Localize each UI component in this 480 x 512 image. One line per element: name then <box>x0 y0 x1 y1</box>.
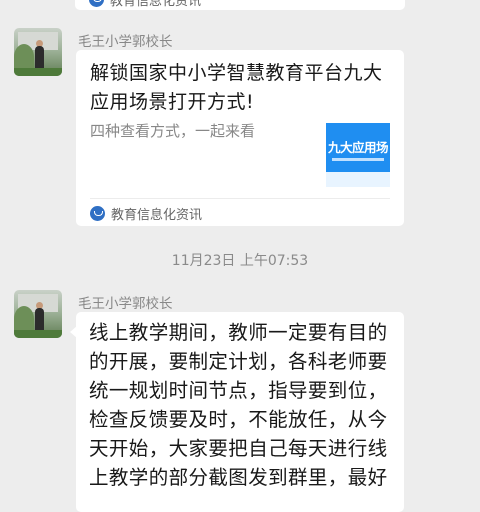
thumbnail-text: 九大应用场 <box>328 140 389 155</box>
source-logo-icon <box>89 0 104 7</box>
source-name: 教育信息化资讯 <box>111 208 203 223</box>
sender-name: 毛王小学郭校长 <box>78 34 173 50</box>
divider <box>90 198 390 199</box>
link-source: 教育信息化资讯 <box>90 204 202 223</box>
avatar[interactable] <box>14 290 62 338</box>
avatar[interactable] <box>14 28 62 76</box>
message-text: 线上教学期间，教师一定要有目的的开展，要制定计划，各科老师要统一规划时间节点，指… <box>89 321 388 489</box>
link-card[interactable]: 解锁国家中小学智慧教育平台九大应用场景打开方式! 四种查看方式，一起来看 九大应… <box>76 50 404 226</box>
message-timestamp: 11月23日 上午07:53 <box>171 253 309 269</box>
source-logo-icon <box>90 206 105 221</box>
link-thumbnail: 九大应用场 <box>326 123 390 187</box>
link-description: 四种查看方式，一起来看 <box>90 122 256 140</box>
previous-link-card[interactable]: 教育信息化资讯 <box>75 0 405 10</box>
sender-name: 毛王小学郭校长 <box>78 296 173 312</box>
text-message-bubble[interactable]: 线上教学期间，教师一定要有目的的开展，要制定计划，各科老师要统一规划时间节点，指… <box>70 312 404 512</box>
source-name: 教育信息化资讯 <box>110 0 202 9</box>
link-source: 教育信息化资讯 <box>89 0 201 9</box>
link-title: 解锁国家中小学智慧教育平台九大应用场景打开方式! <box>90 62 383 113</box>
